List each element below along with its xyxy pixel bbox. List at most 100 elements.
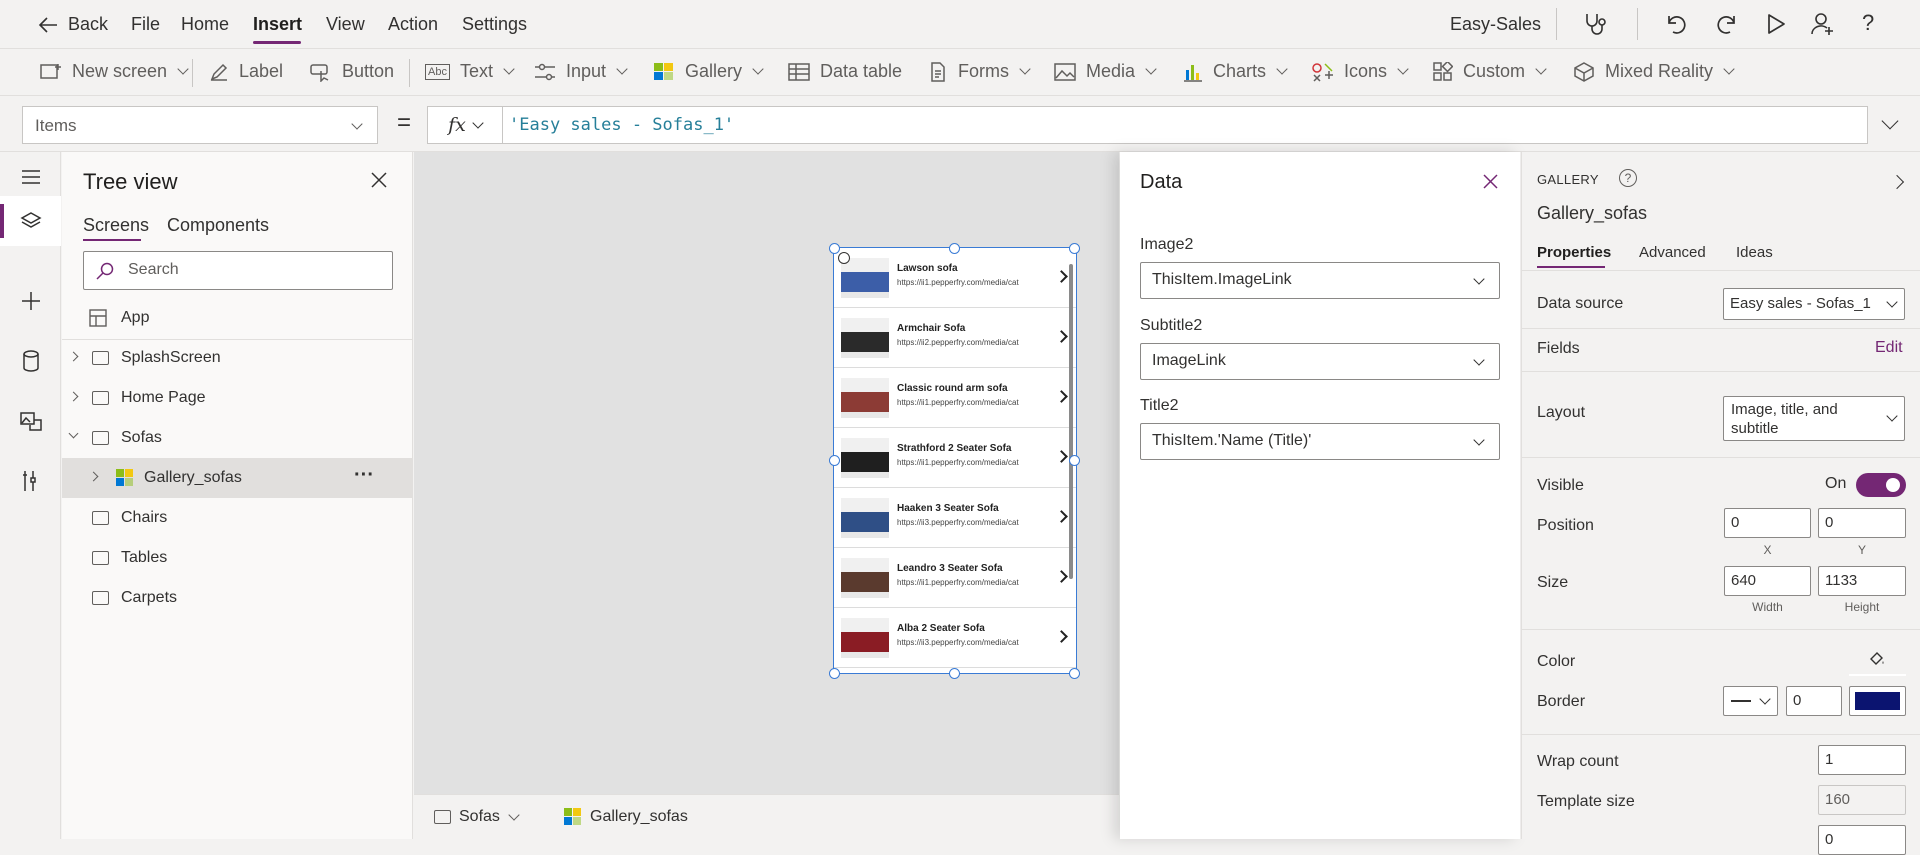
collapse-panel-icon[interactable] <box>1889 174 1905 190</box>
redo-icon[interactable] <box>1714 12 1738 36</box>
control-name[interactable]: Gallery_sofas <box>1537 203 1647 224</box>
fx-button[interactable]: fx <box>427 106 503 144</box>
stethoscope-icon[interactable] <box>1582 12 1608 36</box>
tree-item-tables[interactable]: Tables <box>62 538 413 578</box>
charts-button[interactable]: Charts <box>1183 61 1288 82</box>
visible-toggle[interactable] <box>1856 473 1906 497</box>
gallery-item[interactable]: Armchair Sofa https://ii2.pepperfry.com/m… <box>834 308 1076 368</box>
gallery-item[interactable]: Leandro 3 Seater Sofa https://ii1.pepperf… <box>834 548 1076 608</box>
title2-dropdown[interactable]: ThisItem.'Name (Title)' <box>1140 423 1500 460</box>
menu-file[interactable]: File <box>131 14 160 35</box>
chevron-right-icon[interactable] <box>1055 510 1068 523</box>
template-padding-input[interactable]: 0 <box>1818 825 1906 855</box>
screen-selector[interactable]: Sofas <box>434 808 520 826</box>
border-color-picker[interactable] <box>1849 686 1906 716</box>
tree-item-carpets[interactable]: Carpets <box>62 578 413 618</box>
gallery-item[interactable]: Haaken 3 Seater Sofa https://ii3.pepperfr… <box>834 488 1076 548</box>
tab-screens[interactable]: Screens <box>83 215 149 236</box>
tab-components[interactable]: Components <box>167 215 269 236</box>
forms-button[interactable]: Forms <box>928 61 1031 82</box>
resize-handle[interactable] <box>829 243 840 254</box>
edit-gallery-icon[interactable] <box>838 252 850 264</box>
wrap-count-input[interactable]: 1 <box>1818 745 1906 775</box>
color-picker[interactable] <box>1849 646 1906 676</box>
back-button[interactable]: Back <box>38 14 108 35</box>
button-button[interactable]: Button <box>310 61 394 82</box>
menu-action[interactable]: Action <box>388 14 438 35</box>
layout-dropdown[interactable]: Image, title, and subtitle <box>1723 396 1905 441</box>
tree-item-splashscreen[interactable]: SplashScreen <box>62 338 413 378</box>
input-button[interactable]: Input <box>534 61 628 82</box>
data-table-button[interactable]: Data table <box>788 61 902 82</box>
border-style-dropdown[interactable] <box>1723 686 1778 716</box>
tab-ideas[interactable]: Ideas <box>1736 244 1773 261</box>
play-icon[interactable] <box>1765 12 1787 36</box>
insert-rail-button[interactable] <box>0 276 61 326</box>
chevron-right-icon[interactable] <box>88 471 99 482</box>
more-options-icon[interactable]: ··· <box>354 464 374 487</box>
resize-handle[interactable] <box>949 243 960 254</box>
chevron-right-icon[interactable] <box>1055 330 1068 343</box>
tree-view-rail-button[interactable] <box>0 196 61 246</box>
media-rail-button[interactable] <box>0 396 61 446</box>
menu-settings[interactable]: Settings <box>462 14 527 35</box>
chevron-down-icon[interactable] <box>68 428 79 439</box>
height-input[interactable]: 1133 <box>1818 566 1906 596</box>
menu-view[interactable]: View <box>326 14 365 35</box>
gallery-item[interactable]: Strathford 2 Seater Sofa https://ii1.pepp… <box>834 428 1076 488</box>
resize-handle[interactable] <box>1069 668 1080 679</box>
gallery-item[interactable]: Lawson sofa https://ii1.pepperfry.com/med… <box>834 248 1076 308</box>
new-screen-button[interactable]: New screen <box>40 61 189 82</box>
subtitle2-dropdown[interactable]: ImageLink <box>1140 343 1500 380</box>
chevron-right-icon[interactable] <box>1055 270 1068 283</box>
tree-item-app[interactable]: App <box>62 298 413 338</box>
mixed-reality-button[interactable]: Mixed Reality <box>1573 61 1735 82</box>
width-input[interactable]: 640 <box>1724 566 1811 596</box>
hamburger-menu-icon[interactable] <box>0 152 61 202</box>
share-user-icon[interactable] <box>1810 11 1836 37</box>
data-rail-button[interactable] <box>0 336 61 386</box>
close-icon[interactable] <box>371 172 387 188</box>
gallery-sofas[interactable]: Lawson sofa https://ii1.pepperfry.com/med… <box>833 247 1077 674</box>
gallery-scrollbar[interactable] <box>1069 264 1073 579</box>
chevron-right-icon[interactable] <box>68 391 79 402</box>
label-button[interactable]: Label <box>209 61 283 82</box>
help-icon[interactable]: ? <box>1619 169 1637 187</box>
text-button[interactable]: Abc Text <box>425 61 515 82</box>
menu-home[interactable]: Home <box>181 14 229 35</box>
tree-item-chairs[interactable]: Chairs <box>62 498 413 538</box>
gallery-item[interactable]: Alba 2 Seater Sofa https://ii3.pepperfry.… <box>834 608 1076 668</box>
position-x-input[interactable]: 0 <box>1724 508 1811 538</box>
image2-dropdown[interactable]: ThisItem.ImageLink <box>1140 262 1500 299</box>
media-button[interactable]: Media <box>1054 61 1157 82</box>
chevron-right-icon[interactable] <box>1055 390 1068 403</box>
tab-advanced[interactable]: Advanced <box>1639 244 1706 261</box>
tree-search-box[interactable]: Search <box>83 251 393 290</box>
chevron-right-icon[interactable] <box>1055 630 1068 643</box>
template-size-input[interactable]: 160 <box>1818 785 1906 815</box>
chevron-right-icon[interactable] <box>68 351 79 362</box>
formula-input[interactable]: 'Easy sales - Sofas_1' <box>502 106 1868 144</box>
resize-handle[interactable] <box>949 668 960 679</box>
position-y-input[interactable]: 0 <box>1818 508 1906 538</box>
tools-rail-button[interactable] <box>0 456 61 506</box>
help-icon[interactable]: ? <box>1862 10 1874 36</box>
resize-handle[interactable] <box>829 455 840 466</box>
tree-item-gallery-sofas[interactable]: Gallery_sofas ··· <box>62 458 413 498</box>
icons-button[interactable]: Icons <box>1312 61 1409 82</box>
tree-item-home-page[interactable]: Home Page <box>62 378 413 418</box>
resize-handle[interactable] <box>1069 455 1080 466</box>
menu-insert[interactable]: Insert <box>253 14 302 35</box>
close-icon[interactable] <box>1483 174 1498 189</box>
property-dropdown[interactable]: Items <box>22 106 378 144</box>
fields-edit-link[interactable]: Edit <box>1875 339 1903 357</box>
undo-icon[interactable] <box>1665 12 1689 36</box>
chevron-right-icon[interactable] <box>1055 570 1068 583</box>
gallery-button[interactable]: Gallery <box>653 61 764 82</box>
tree-item-sofas[interactable]: Sofas <box>62 418 413 458</box>
gallery-item[interactable]: Classic round arm sofa https://ii1.pepper… <box>834 368 1076 428</box>
control-selector[interactable]: Gallery_sofas <box>564 808 688 826</box>
resize-handle[interactable] <box>829 668 840 679</box>
border-width-input[interactable]: 0 <box>1786 686 1842 716</box>
data-source-dropdown[interactable]: Easy sales - Sofas_1 <box>1723 288 1905 320</box>
